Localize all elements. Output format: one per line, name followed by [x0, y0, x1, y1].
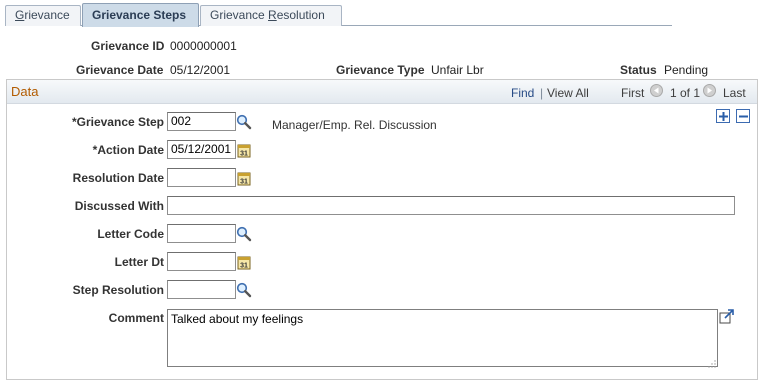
calendar-icon-day: 31: [240, 262, 248, 269]
find-link[interactable]: Find: [511, 86, 534, 100]
grievance-id-value: 0000000001: [170, 39, 237, 53]
resolution-date-calendar-button[interactable]: 31: [235, 169, 253, 187]
step-resolution-lookup-button[interactable]: [235, 281, 253, 299]
tab-grievance-steps[interactable]: Grievance Steps: [82, 3, 199, 27]
data-group-title: Data: [11, 84, 39, 99]
calendar-icon-day: 31: [240, 178, 248, 185]
resize-grip-icon[interactable]: [707, 357, 716, 368]
action-date-input[interactable]: 05/12/2001: [167, 140, 236, 159]
tab-grievance-resolution[interactable]: Grievance Resolution: [200, 5, 342, 26]
tab-grievance-resolution-label-pre: Grievance: [210, 8, 269, 22]
letter-dt-label: Letter Dt: [114, 255, 164, 269]
calendar-icon: 31: [237, 256, 251, 269]
next-row-icon[interactable]: [703, 84, 716, 97]
tab-grievance-label-post: rievance: [24, 8, 70, 22]
comment-textarea[interactable]: Talked about my feelings: [167, 309, 718, 367]
add-row-button[interactable]: [716, 109, 730, 123]
data-group-header: [7, 80, 757, 104]
magnifier-icon: [236, 114, 252, 130]
letter-code-input[interactable]: [167, 224, 236, 243]
step-resolution-label: Step Resolution: [72, 283, 164, 297]
letter-code-label: Letter Code: [97, 227, 164, 241]
plus-icon: [718, 111, 728, 121]
grievance-date-value: 05/12/2001: [170, 63, 231, 77]
status-label: Status: [620, 63, 657, 77]
calendar-icon-day: 31: [240, 150, 248, 157]
calendar-icon: 31: [237, 172, 251, 185]
letter-code-lookup-button[interactable]: [235, 225, 253, 243]
tab-grievance-resolution-label-u: R: [268, 8, 277, 22]
tab-grievance-resolution-label-post: esolution: [276, 8, 325, 22]
view-all-link[interactable]: View All: [547, 86, 589, 100]
status-value: Pending: [664, 63, 709, 77]
row-count: 1 of 1: [670, 86, 701, 100]
magnifier-icon: [236, 282, 252, 298]
grievance-step-input[interactable]: 002: [167, 112, 236, 131]
grievance-type-value: Unfair Lbr: [431, 63, 484, 77]
letter-dt-input[interactable]: [167, 252, 236, 271]
tab-bar: Grievance Grievance Steps Grievance Reso…: [5, 3, 672, 27]
previous-row-icon[interactable]: [650, 84, 663, 97]
tab-grievance[interactable]: Grievance: [5, 5, 81, 26]
comment-label: Comment: [108, 311, 164, 325]
discussed-with-input[interactable]: [167, 196, 735, 215]
resolution-date-label: Resolution Date: [72, 171, 164, 185]
action-date-calendar-button[interactable]: 31: [235, 141, 253, 159]
delete-row-button[interactable]: [736, 109, 750, 123]
grievance-step-label: *Grievance Step: [71, 115, 164, 129]
first-label: First: [621, 86, 645, 100]
step-resolution-input[interactable]: [167, 280, 236, 299]
resolution-date-input[interactable]: [167, 168, 236, 187]
expand-popup-icon[interactable]: [719, 309, 735, 324]
grievance-step-description: Manager/Emp. Rel. Discussion: [272, 118, 437, 132]
grievance-type-label: Grievance Type: [336, 63, 425, 77]
last-label: Last: [723, 86, 746, 100]
nav-separator: |: [540, 86, 544, 100]
action-date-label: *Action Date: [92, 143, 164, 157]
tab-grievance-label-u: G: [15, 8, 25, 22]
tab-grievance-steps-label: Grievance Steps: [92, 8, 187, 22]
magnifier-icon: [236, 226, 252, 242]
minus-icon: [738, 115, 748, 117]
grievance-step-lookup-button[interactable]: [235, 113, 253, 131]
letter-dt-calendar-button[interactable]: 31: [235, 253, 253, 271]
grievance-id-label: Grievance ID: [91, 39, 165, 53]
grievance-date-label: Grievance Date: [76, 63, 164, 77]
discussed-with-label: Discussed With: [74, 199, 164, 213]
calendar-icon: 31: [237, 144, 251, 157]
